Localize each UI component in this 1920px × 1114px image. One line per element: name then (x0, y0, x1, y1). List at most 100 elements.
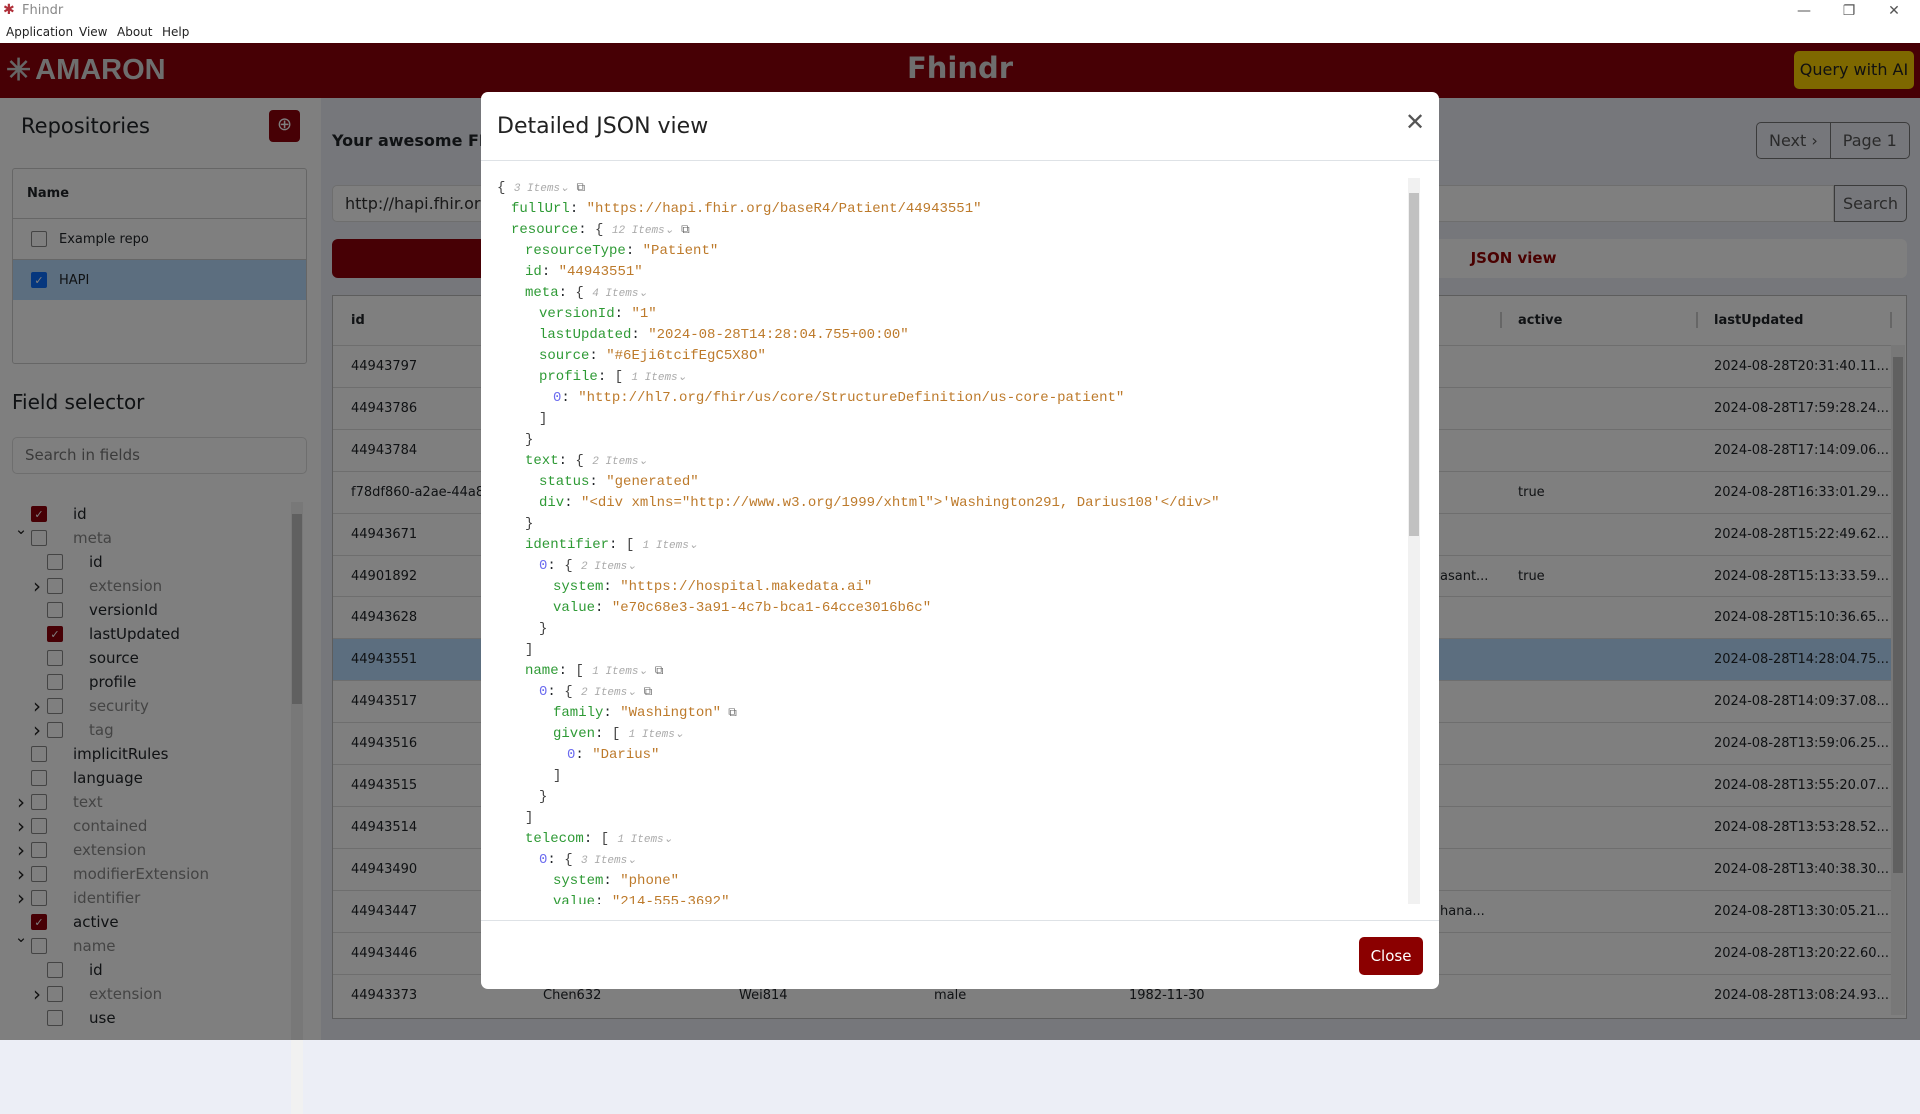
json-string-value: <div xmlns="http://www.w3.org/1999/xhtml… (589, 495, 1212, 511)
json-item-count[interactable]: 1 Items (643, 540, 689, 552)
menu-application[interactable]: Application (6, 25, 73, 39)
minimize-button[interactable]: — (1781, 0, 1827, 22)
collapse-chevron-icon[interactable]: ⌄ (665, 225, 674, 237)
json-item-count[interactable]: 4 Items (592, 288, 638, 300)
json-index: 0 (539, 852, 548, 868)
json-bracket: [ (575, 663, 584, 679)
menu-help[interactable]: Help (162, 25, 189, 39)
window-titlebar: ✱ Fhindr Application View About Help — ❐… (0, 0, 1920, 43)
collapse-chevron-icon[interactable]: ⌄ (638, 666, 647, 678)
json-key: telecom (525, 831, 584, 847)
copy-icon[interactable]: ⧉ (674, 223, 690, 237)
json-line: ] (553, 766, 561, 787)
collapse-chevron-icon[interactable]: ⌄ (560, 183, 569, 195)
json-bracket: ] (525, 642, 534, 658)
json-string-value: 44943551 (567, 264, 635, 280)
json-line: id: "44943551" (525, 264, 643, 280)
json-item-count[interactable]: 2 Items (592, 456, 638, 468)
json-line: profile: [ 1 Items⌄ (539, 369, 687, 385)
json-item-count[interactable]: 12 Items (612, 225, 665, 237)
json-key: value (553, 600, 596, 616)
json-index: 0 (553, 390, 562, 406)
json-key: fullUrl (511, 201, 570, 217)
json-line: } (525, 430, 533, 451)
json-detail-dialog: Detailed JSON view ✕ { 3 Items⌄ ⧉ fullUrl… (481, 92, 1439, 989)
json-line: name: [ 1 Items⌄ ⧉ (525, 663, 664, 679)
restore-button[interactable]: ❐ (1826, 0, 1872, 22)
json-string-value: e70c68e3-3a91-4c7b-bca1-64cce3016b6c (620, 600, 923, 616)
copy-icon[interactable]: ⧉ (636, 685, 653, 699)
json-key: source (539, 348, 590, 364)
json-item-count[interactable]: 1 Items (617, 834, 663, 846)
json-item-count[interactable]: 1 Items (629, 729, 675, 741)
json-string-value: #6Eji6tcifEgC5X8O (614, 348, 758, 364)
collapse-chevron-icon[interactable]: ⌄ (627, 561, 636, 573)
json-string-value: https://hospital.makedata.ai (628, 579, 864, 595)
json-scrollbar[interactable] (1408, 178, 1420, 904)
json-bracket: } (525, 516, 534, 532)
json-line: lastUpdated: "2024-08-28T14:28:04.755+00… (539, 327, 909, 343)
collapse-chevron-icon[interactable]: ⌄ (664, 834, 673, 846)
json-bracket: ] (553, 768, 562, 784)
json-line: 0: "http://hl7.org/fhir/us/core/Structur… (553, 390, 1125, 406)
divider (481, 160, 1439, 161)
json-line: 0: { 2 Items⌄ (539, 558, 637, 574)
json-item-count[interactable]: 1 Items (592, 666, 638, 678)
json-string-value: Washington (628, 705, 713, 721)
copy-icon[interactable]: ⧉ (569, 181, 585, 195)
json-bracket: { (564, 558, 573, 574)
scrollbar-thumb[interactable] (1409, 193, 1419, 536)
collapse-chevron-icon[interactable]: ⌄ (675, 729, 684, 741)
app-icon: ✱ (3, 2, 15, 18)
collapse-chevron-icon[interactable]: ⌄ (627, 855, 636, 867)
json-line: } (539, 787, 547, 808)
json-item-count[interactable]: 1 Items (631, 372, 677, 384)
json-bracket: [ (614, 369, 624, 385)
menu-about[interactable]: About (117, 25, 152, 39)
json-bracket: [ (625, 537, 635, 553)
collapse-chevron-icon[interactable]: ⌄ (689, 540, 698, 552)
json-bracket: ] (539, 411, 548, 427)
json-key: status (539, 474, 590, 490)
json-key: text (525, 453, 559, 469)
window-title: Fhindr (22, 3, 64, 18)
close-button[interactable]: Close (1359, 937, 1423, 975)
json-bracket: { (564, 852, 573, 868)
copy-icon[interactable]: ⧉ (721, 706, 737, 720)
json-item-count[interactable]: 3 Items (581, 855, 627, 867)
json-item-count[interactable]: 2 Items (581, 687, 627, 699)
collapse-chevron-icon[interactable]: ⌄ (678, 372, 687, 384)
close-icon[interactable]: ✕ (1401, 108, 1429, 136)
collapse-chevron-icon[interactable]: ⌄ (638, 288, 647, 300)
copy-icon[interactable]: ⧉ (648, 664, 664, 678)
json-bracket: [ (611, 726, 621, 742)
json-tree-viewer: { 3 Items⌄ ⧉ fullUrl: "https://hapi.fhir.… (495, 178, 1407, 904)
dialog-title: Detailed JSON view (497, 114, 709, 139)
json-string-value: 2024-08-28T14:28:04.755+00:00 (656, 327, 901, 343)
window-close-button[interactable]: ✕ (1871, 0, 1917, 22)
json-index: 0 (539, 558, 548, 574)
json-bracket: ] (525, 810, 534, 826)
json-line: meta: { 4 Items⌄ (525, 285, 648, 301)
json-key: div (539, 495, 565, 511)
json-bracket: } (525, 432, 534, 448)
menu-view[interactable]: View (79, 25, 107, 39)
json-key: family (553, 705, 604, 721)
json-bracket: } (539, 621, 548, 637)
json-bracket: { (595, 222, 604, 238)
json-line: resource: { 12 Items⌄ ⧉ (511, 222, 690, 238)
json-bracket: { (497, 180, 506, 196)
json-key: id (525, 264, 542, 280)
collapse-chevron-icon[interactable]: ⌄ (638, 456, 647, 468)
json-key: resourceType (525, 243, 626, 259)
json-item-count[interactable]: 3 Items (514, 183, 560, 195)
json-line: given: [ 1 Items⌄ (553, 726, 685, 742)
json-line: system: "https://hospital.makedata.ai" (553, 579, 873, 595)
json-key: lastUpdated (539, 327, 632, 343)
json-line: 0: "Darius" (567, 747, 660, 763)
json-key: identifier (525, 537, 610, 553)
json-key: given (553, 726, 596, 742)
json-item-count[interactable]: 2 Items (581, 561, 627, 573)
json-line: resourceType: "Patient" (525, 243, 719, 259)
json-key: system (553, 873, 604, 889)
